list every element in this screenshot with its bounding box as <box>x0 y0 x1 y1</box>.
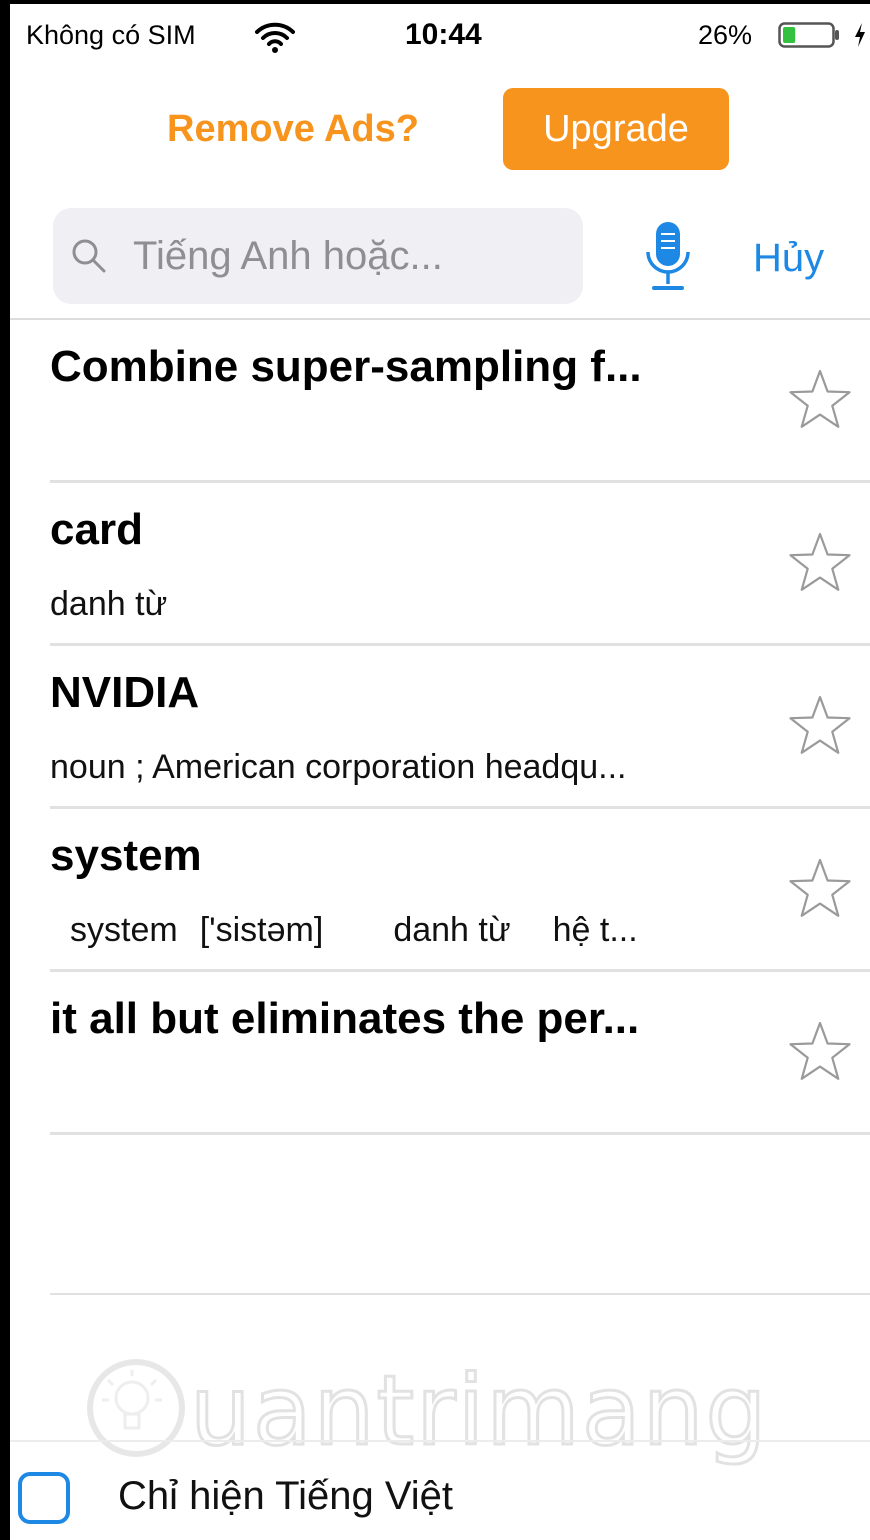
item-subtitle: danh từ <box>50 585 168 623</box>
battery-icon <box>778 22 839 48</box>
upgrade-button[interactable]: Upgrade <box>503 88 729 170</box>
item-subtitle: noun ; American corporation headqu... <box>50 748 627 786</box>
item-title: card <box>50 505 143 554</box>
star-icon[interactable] <box>788 694 852 756</box>
vietnamese-only-label[interactable]: Chỉ hiện Tiếng Việt <box>118 1474 453 1519</box>
vietnamese-only-checkbox[interactable] <box>18 1472 70 1524</box>
item-subtitle-word: system <box>70 911 178 949</box>
item-subtitle: system ['sistəm] danh từ hệ t... <box>70 911 638 950</box>
star-icon[interactable] <box>788 531 852 593</box>
item-title: system <box>50 831 202 880</box>
cancel-button[interactable]: Hủy <box>753 236 824 281</box>
results-list: Combine super-sampling f... card danh từ… <box>10 320 870 1135</box>
divider <box>10 1440 870 1442</box>
item-title: NVIDIA <box>50 668 200 717</box>
status-bar: Không có SIM 10:44 26% <box>10 4 870 70</box>
clock: 10:44 <box>405 18 482 51</box>
search-bar[interactable] <box>53 208 583 304</box>
screen-border-left <box>0 0 10 1540</box>
row-divider <box>50 1293 870 1295</box>
wifi-icon <box>255 22 295 53</box>
list-item[interactable]: NVIDIA noun ; American corporation headq… <box>10 646 870 809</box>
row-divider <box>50 1132 870 1135</box>
item-subtitle-pos: danh từ <box>393 911 511 949</box>
list-item[interactable]: it all but eliminates the per... <box>10 972 870 1135</box>
item-title: Combine super-sampling f... <box>50 342 642 391</box>
item-subtitle-meaning: hệ t... <box>552 911 638 949</box>
microphone-icon[interactable] <box>640 220 696 294</box>
watermark-logo: uantrimang <box>87 1354 768 1469</box>
battery-percent: 26% <box>698 20 753 50</box>
search-icon <box>72 239 106 273</box>
search-input[interactable] <box>133 208 573 304</box>
star-icon[interactable] <box>788 857 852 919</box>
charging-bolt-icon <box>855 23 865 47</box>
list-item[interactable]: system system ['sistəm] danh từ hệ t... <box>10 809 870 972</box>
list-item[interactable]: card danh từ <box>10 483 870 646</box>
star-icon[interactable] <box>788 1020 852 1082</box>
svg-text:uantrimang: uantrimang <box>190 1355 768 1467</box>
item-subtitle-phonetic: ['sistəm] <box>199 911 324 949</box>
carrier-label: Không có SIM <box>26 20 196 50</box>
star-icon[interactable] <box>788 368 852 430</box>
item-title: it all but eliminates the per... <box>50 994 640 1043</box>
list-item[interactable]: Combine super-sampling f... <box>10 320 870 483</box>
remove-ads-link[interactable]: Remove Ads? <box>167 108 419 151</box>
